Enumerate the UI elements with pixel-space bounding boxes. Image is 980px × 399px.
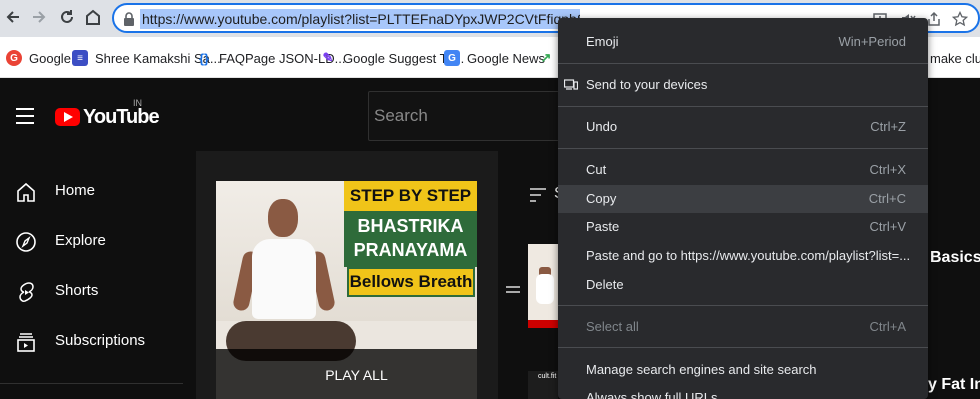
playlist-thumbnail[interactable]: STEP BY STEP BHASTRIKA PRANAYAMA Bellows… [216, 181, 477, 399]
bookmark-colored-icon[interactable]: ↗ [538, 48, 554, 68]
video-thumbnail[interactable]: cult.fit [528, 371, 558, 399]
back-button[interactable] [2, 6, 24, 28]
sidebar-item-explore[interactable]: Explore [0, 217, 183, 267]
play-all-button[interactable]: PLAY ALL [216, 367, 477, 383]
drag-handle-icon[interactable] [506, 286, 520, 294]
forward-button[interactable] [28, 6, 50, 28]
video-title[interactable]: Basics: H [930, 249, 980, 267]
thumbnail-banner-top: STEP BY STEP [344, 181, 477, 211]
country-code: IN [133, 98, 142, 108]
lock-icon [124, 12, 134, 26]
forward-arrow-icon [33, 11, 46, 23]
bookmark-make-clutch[interactable]: make clutc... [930, 48, 980, 68]
sidebar-item-label: Shorts [55, 282, 99, 299]
menu-separator [558, 63, 928, 64]
bookmark-google[interactable]: G Google [6, 48, 71, 68]
star-icon [952, 11, 968, 27]
sidebar-item-shorts[interactable]: Shorts [0, 267, 183, 317]
thumbnail-banner-sub: Bellows Breath [347, 267, 475, 297]
google-news-icon: G [444, 50, 460, 66]
menu-item-show-full-urls[interactable]: Always show full URLs [558, 384, 928, 399]
bookmark-label: make clutc... [930, 50, 980, 66]
share-icon [928, 11, 940, 26]
menu-item-send-to-devices[interactable]: Send to your devices [558, 71, 928, 99]
bookmark-label: Google News [467, 50, 546, 66]
shorts-icon [19, 282, 34, 302]
compass-icon [16, 232, 36, 252]
sidebar-divider [0, 383, 183, 384]
menu-item-cut[interactable]: Cut Ctrl+X [558, 156, 928, 184]
menu-item-select-all[interactable]: Select all Ctrl+A [558, 313, 928, 341]
context-menu: Emoji Win+Period Send to your devices Un… [558, 18, 928, 399]
subscriptions-icon [17, 333, 35, 352]
youtube-logo[interactable]: YouTube IN [55, 98, 160, 130]
menu-item-undo[interactable]: Undo Ctrl+Z [558, 113, 928, 141]
watch-progress-bar [528, 320, 558, 328]
bookmark-star-button[interactable] [950, 9, 970, 29]
menu-item-emoji[interactable]: Emoji Win+Period [558, 28, 928, 56]
home-button[interactable] [82, 6, 104, 28]
search-box[interactable] [368, 91, 558, 141]
sort-icon[interactable] [530, 188, 546, 202]
video-title[interactable]: y Fat In 1 [928, 376, 980, 394]
chart-icon: ↗ [540, 50, 552, 65]
menu-separator [558, 305, 928, 306]
devices-icon [564, 79, 578, 90]
reload-button[interactable] [56, 6, 78, 28]
sidebar-item-label: Home [55, 182, 96, 199]
search-input[interactable] [374, 104, 554, 128]
playlist-header-panel: STEP BY STEP BHASTRIKA PRANAYAMA Bellows… [196, 151, 498, 399]
document-icon: ≡ [72, 50, 88, 66]
bookmark-label: Google [29, 50, 71, 66]
home-icon [17, 182, 35, 202]
braces-icon: {} [198, 50, 210, 66]
bookmark-google-suggest[interactable]: ✎ Google Suggest To... [320, 48, 465, 68]
thumbnail-person [252, 239, 316, 319]
menu-separator [558, 347, 928, 348]
menu-item-paste-and-go[interactable]: Paste and go to https://www.youtube.com/… [558, 242, 928, 270]
sidebar-item-label: Explore [55, 232, 106, 249]
sidebar-item-home[interactable]: Home [0, 167, 183, 217]
youtube-play-icon [55, 108, 80, 126]
pen-icon: ✎ [322, 50, 334, 65]
sidebar-item-label: Subscriptions [55, 332, 146, 349]
menu-item-delete[interactable]: Delete [558, 271, 928, 299]
channel-badge: cult.fit [538, 373, 557, 380]
menu-separator [558, 148, 928, 149]
menu-button[interactable] [16, 108, 34, 124]
logo-text: YouTube [83, 105, 160, 128]
sidebar-item-subscriptions[interactable]: Subscriptions [0, 317, 183, 367]
url-text[interactable]: https://www.youtube.com/playlist?list=PL… [140, 9, 580, 29]
video-thumbnail[interactable] [528, 244, 558, 328]
menu-item-copy[interactable]: Copy Ctrl+C [558, 185, 928, 213]
bookmark-google-news[interactable]: G Google News [444, 48, 545, 68]
menu-item-manage-search-engines[interactable]: Manage search engines and site search [558, 356, 928, 384]
menu-item-paste[interactable]: Paste Ctrl+V [558, 213, 928, 241]
hamburger-icon [16, 108, 34, 110]
home-outline-icon [86, 9, 100, 25]
google-globe-icon: G [6, 50, 22, 66]
reload-icon [61, 10, 73, 23]
thumbnail-banner-main: BHASTRIKA PRANAYAMA [344, 211, 477, 267]
back-arrow-icon [6, 11, 19, 23]
menu-separator [558, 106, 928, 107]
